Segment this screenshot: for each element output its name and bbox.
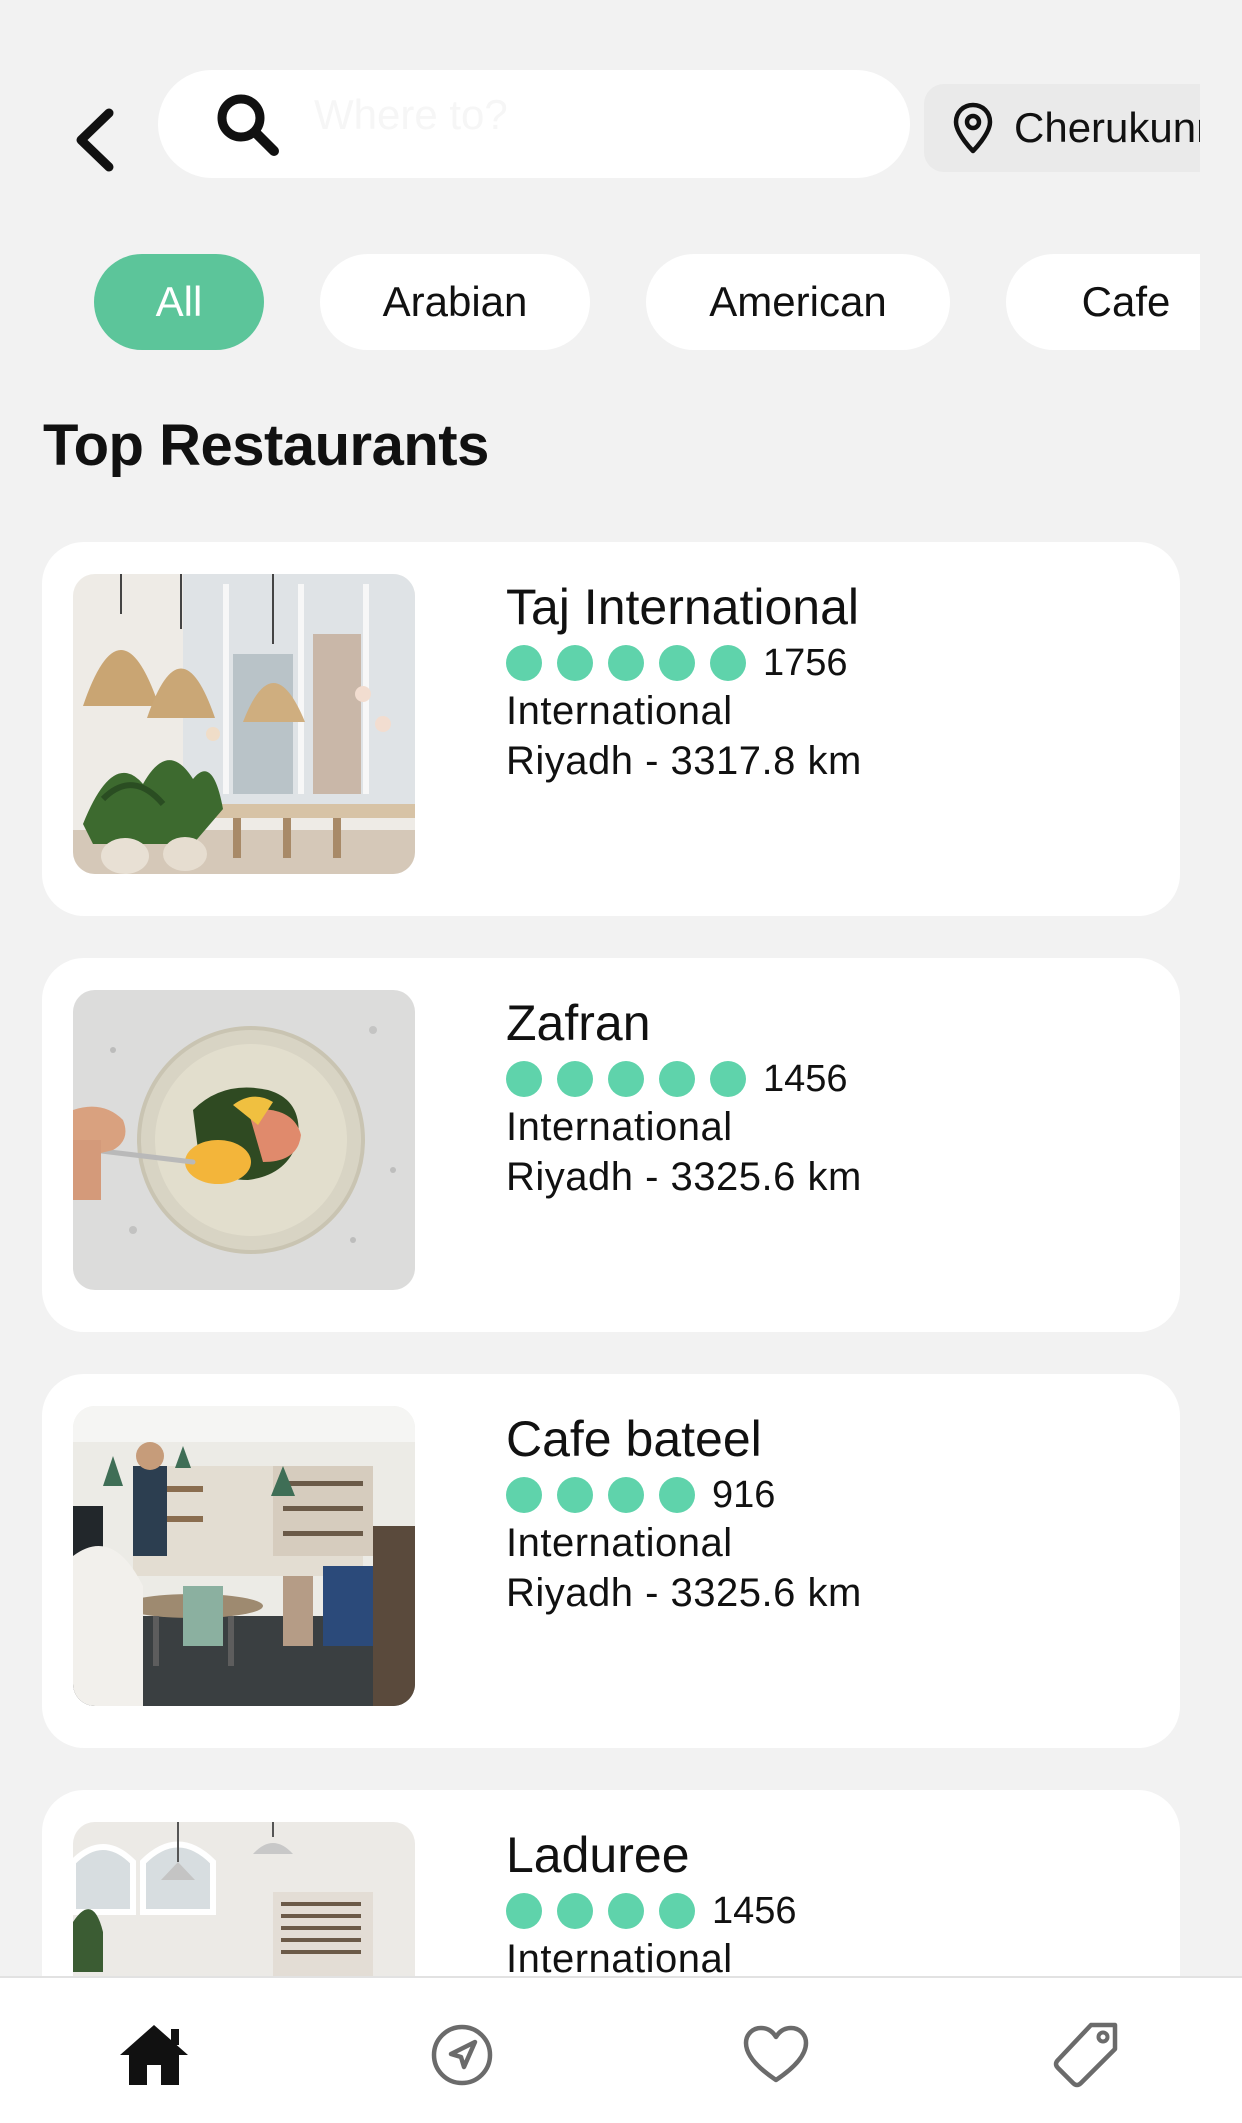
category-pill-american[interactable]: American — [646, 254, 950, 350]
rating-dot — [659, 1893, 695, 1929]
restaurant-card[interactable]: Laduree 1456 International — [42, 1790, 1180, 1976]
restaurant-image — [73, 990, 415, 1290]
rating-dot — [710, 645, 746, 681]
rating-dot — [557, 1893, 593, 1929]
heart-icon — [743, 2025, 809, 2083]
restaurant-info: Cafe bateel 916 International Riyadh - 3… — [506, 1408, 1146, 1618]
home-icon — [120, 2025, 188, 2085]
restaurant-info: Taj International 1756 International Riy… — [506, 576, 1146, 786]
location-distance: Riyadh - 3317.8 km — [506, 739, 862, 783]
category-pill-cafe[interactable]: Cafe — [1006, 254, 1200, 350]
restaurant-card[interactable]: Zafran 1456 International Riyadh - 3325.… — [42, 958, 1180, 1332]
restaurant-name: Laduree — [506, 1827, 690, 1883]
rating-dot — [608, 1477, 644, 1513]
restaurant-image — [73, 1822, 415, 1976]
cuisine-label: International — [506, 1937, 733, 1976]
rating-count: 1756 — [763, 641, 848, 684]
restaurant-info: Zafran 1456 International Riyadh - 3325.… — [506, 992, 1146, 1202]
rating-dot — [506, 645, 542, 681]
rating-dot — [608, 1893, 644, 1929]
rating-dot — [710, 1061, 746, 1097]
rating-dot — [506, 1061, 542, 1097]
rating-count: 1456 — [763, 1057, 848, 1100]
nav-explore[interactable] — [422, 2018, 502, 2092]
nav-offers[interactable] — [1046, 2018, 1126, 2092]
back-button[interactable] — [64, 100, 124, 180]
restaurant-name: Cafe bateel — [506, 1411, 762, 1467]
restaurant-card[interactable]: Taj International 1756 International Riy… — [42, 542, 1180, 916]
location-distance: Riyadh - 3325.6 km — [506, 1155, 862, 1199]
search-input[interactable] — [314, 91, 874, 139]
nav-home[interactable] — [114, 2018, 194, 2092]
chevron-left-icon — [76, 108, 114, 172]
tag-icon — [1053, 2022, 1118, 2088]
cuisine-label: International — [506, 1521, 733, 1565]
rating-dot — [608, 1061, 644, 1097]
category-pill-all[interactable]: All — [94, 254, 264, 350]
search-bar[interactable] — [158, 70, 910, 178]
location-selector[interactable]: Cherukunnu — [924, 84, 1200, 172]
rating-dot — [608, 645, 644, 681]
rating: 1756 — [506, 640, 1146, 686]
rating-count: 1456 — [712, 1889, 797, 1932]
category-pill-arabian[interactable]: Arabian — [320, 254, 590, 350]
rating-dot — [659, 1061, 695, 1097]
map-pin-icon — [950, 100, 996, 156]
rating-dot — [557, 645, 593, 681]
rating-dot — [506, 1477, 542, 1513]
restaurant-card[interactable]: Cafe bateel 916 International Riyadh - 3… — [42, 1374, 1180, 1748]
category-filter-bar: All Arabian American Cafe — [94, 254, 1200, 352]
cuisine-label: International — [506, 689, 733, 733]
restaurant-name: Zafran — [506, 995, 651, 1051]
location-label: Cherukunnu — [1014, 104, 1200, 151]
restaurant-image — [73, 1406, 415, 1706]
rating: 1456 — [506, 1888, 1146, 1934]
restaurant-list[interactable]: Taj International 1756 International Riy… — [0, 540, 1242, 1976]
rating: 1456 — [506, 1056, 1146, 1102]
rating-dot — [557, 1061, 593, 1097]
rating-dot — [557, 1477, 593, 1513]
section-title: Top Restaurants — [43, 413, 489, 478]
search-icon — [212, 89, 282, 159]
location-distance: Riyadh - 3325.6 km — [506, 1571, 862, 1615]
rating: 916 — [506, 1472, 1146, 1518]
bottom-navigation — [0, 1976, 1242, 2123]
rating-dot — [506, 1893, 542, 1929]
navigation-icon — [431, 2024, 493, 2086]
cuisine-label: International — [506, 1105, 733, 1149]
restaurant-info: Laduree 1456 International — [506, 1824, 1146, 1976]
rating-count: 916 — [712, 1473, 776, 1516]
restaurant-name: Taj International — [506, 579, 860, 635]
nav-favorites[interactable] — [736, 2018, 816, 2092]
rating-dot — [659, 1477, 695, 1513]
restaurant-image — [73, 574, 415, 874]
rating-dot — [659, 645, 695, 681]
